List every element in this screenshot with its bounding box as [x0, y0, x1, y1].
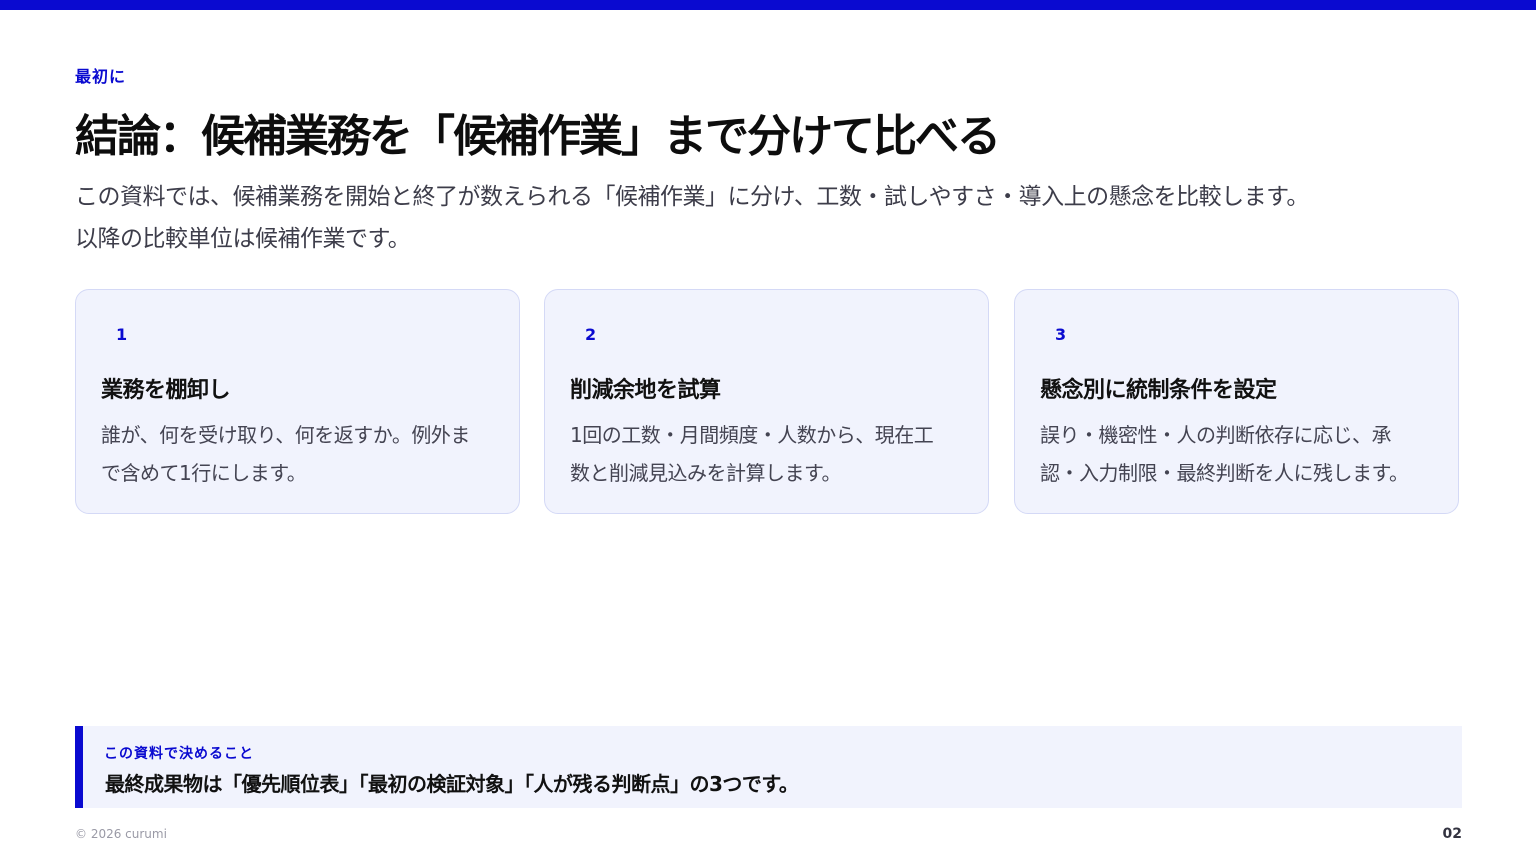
decision-label: この資料で決めること: [104, 746, 254, 762]
slide: 最初に 結論：候補業務を「候補作業」まで分けて比べる この資料では、候補業務を開…: [0, 0, 1536, 864]
step-description: 1回の工数・月間頻度・人数から、現在工 数と削減見込みを計算します。: [570, 416, 965, 492]
step-number: 1: [116, 325, 128, 344]
step-description-line-1: 誤り・機密性・人の判断依存に応じ、承: [1040, 423, 1392, 447]
step-description: 誰が、何を受け取り、何を返すか。例外ま で含めて1行にします。: [101, 416, 496, 492]
step-cards: 1 業務を棚卸し 誰が、何を受け取り、何を返すか。例外ま で含めて1行にします。…: [75, 289, 1462, 516]
lead-line-2: 以降の比較単位は候補作業です。: [75, 226, 411, 252]
step-number: 2: [585, 325, 597, 344]
step-description: 誤り・機密性・人の判断依存に応じ、承 認・入力制限・最終判断を人に残します。: [1040, 416, 1435, 492]
step-description-line-1: 誰が、何を受け取り、何を返すか。例外ま: [101, 423, 470, 447]
lead-line-1: この資料では、候補業務を開始と終了が数えられる「候補作業」に分け、工数・試しやす…: [75, 184, 1309, 210]
step-title: 削減余地を試算: [570, 378, 721, 403]
step-description-line-1: 1回の工数・月間頻度・人数から、現在工: [570, 423, 934, 447]
page-number: 02: [1442, 826, 1462, 842]
lead-paragraph: この資料では、候補業務を開始と終了が数えられる「候補作業」に分け、工数・試しやす…: [75, 176, 1465, 260]
top-accent-bar: [0, 0, 1536, 10]
step-number: 3: [1055, 325, 1067, 344]
decision-callout: この資料で決めること 最終成果物は「優先順位表」「最初の検証対象」「人が残る判断…: [75, 726, 1462, 808]
step-description-line-2: 認・入力制限・最終判断を人に残します。: [1040, 461, 1409, 485]
step-card-1: 1 業務を棚卸し 誰が、何を受け取り、何を返すか。例外ま で含めて1行にします。: [75, 289, 520, 514]
step-card-2: 2 削減余地を試算 1回の工数・月間頻度・人数から、現在工 数と削減見込みを計算…: [544, 289, 989, 514]
copyright: © 2026 curumi: [75, 827, 167, 841]
step-description-line-2: 数と削減見込みを計算します。: [570, 461, 842, 485]
section-eyebrow: 最初に: [75, 67, 127, 86]
step-title: 懸念別に統制条件を設定: [1040, 378, 1277, 403]
step-card-3: 3 懸念別に統制条件を設定 誤り・機密性・人の判断依存に応じ、承 認・入力制限・…: [1014, 289, 1459, 514]
step-title: 業務を棚卸し: [101, 378, 231, 403]
page-title: 結論：候補業務を「候補作業」まで分けて比べる: [75, 111, 1001, 162]
step-description-line-2: で含めて1行にします。: [101, 461, 307, 485]
decision-text: 最終成果物は「優先順位表」「最初の検証対象」「人が残る判断点」の3つです。: [105, 772, 799, 796]
